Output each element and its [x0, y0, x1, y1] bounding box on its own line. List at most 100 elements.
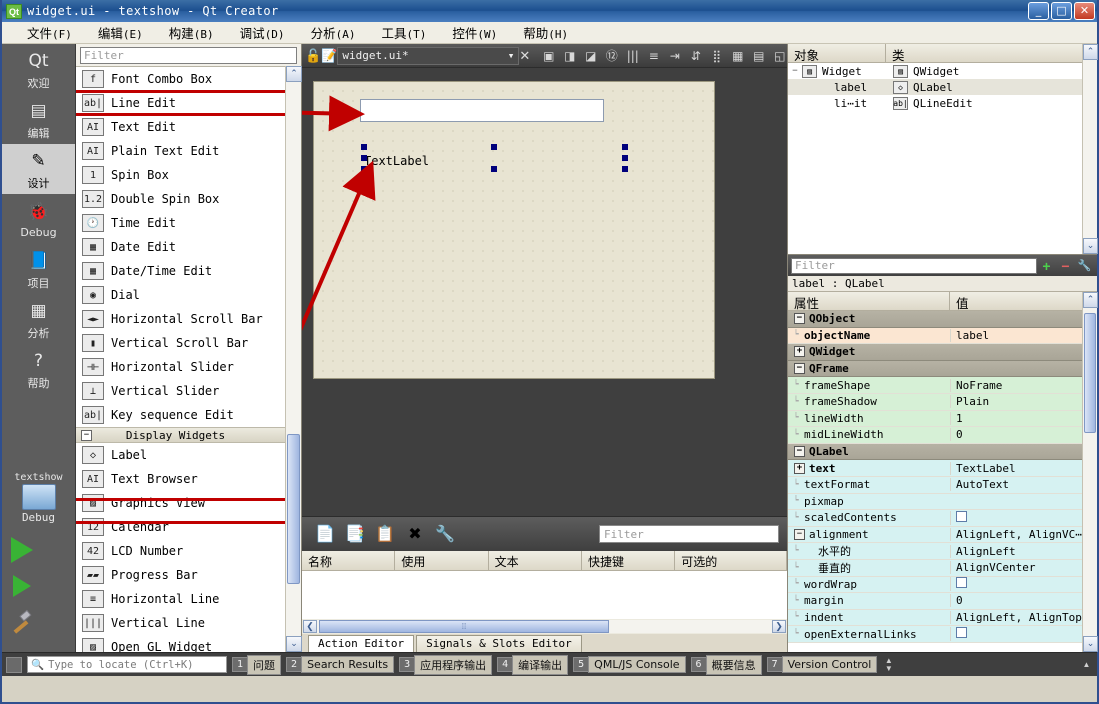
- expand-icon[interactable]: +: [794, 346, 805, 358]
- line-edit-widget[interactable]: [360, 99, 604, 122]
- output-pane-5[interactable]: 5 QML/JS Console: [573, 656, 686, 674]
- scroll-down-icon[interactable]: ⌄: [286, 636, 302, 652]
- add-property-icon[interactable]: +: [1037, 258, 1056, 274]
- property-value-cell[interactable]: AlignLeft, AlignVC⋯: [950, 528, 1082, 542]
- property-row-frameShape[interactable]: ┕ frameShape NoFrame: [788, 377, 1082, 394]
- expand-icon[interactable]: −: [794, 446, 805, 458]
- property-value-cell[interactable]: TextLabel: [950, 461, 1082, 475]
- kit-selector[interactable]: textshow Debug: [2, 468, 75, 532]
- object-tree[interactable]: − ▨ Widget ▨ QWidget label ◇ QLabel li⋯it ab| QLin…: [788, 63, 1082, 254]
- scroll-up-icon[interactable]: ⌃: [286, 66, 302, 82]
- widget-item-double-spin-box[interactable]: 1.2 Double Spin Box: [76, 187, 285, 211]
- widget-item-horizontal-line[interactable]: ≡ Horizontal Line: [76, 587, 285, 611]
- widget-item-vertical-slider[interactable]: ⊥ Vertical Slider: [76, 379, 285, 403]
- property-value-cell[interactable]: 1: [950, 411, 1082, 425]
- property-row-text[interactable]: + text TextLabel: [788, 460, 1082, 477]
- scroll-right-icon[interactable]: ❯: [772, 620, 786, 633]
- widget-item-lcd-number[interactable]: 42 LCD Number: [76, 539, 285, 563]
- widget-item-date-time-edit[interactable]: ▦ Date/Time Edit: [76, 259, 285, 283]
- tree-twisty[interactable]: −: [788, 66, 802, 76]
- action-column-1[interactable]: 使用: [395, 551, 489, 570]
- edit-signals-slots-icon[interactable]: ◨: [560, 46, 579, 65]
- property-row-margin[interactable]: ┕ margin 0: [788, 593, 1082, 610]
- widget-item-horizontal-slider[interactable]: ⊣⊢ Horizontal Slider: [76, 355, 285, 379]
- menu-item-3[interactable]: 调试(D): [227, 21, 298, 44]
- form-canvas[interactable]: TextLabel: [302, 68, 787, 516]
- expand-icon[interactable]: −: [794, 313, 805, 325]
- object-scroll-up-track[interactable]: ⌃: [1082, 44, 1098, 63]
- selection-handle[interactable]: [361, 144, 367, 150]
- menu-item-5[interactable]: 工具(T): [368, 21, 439, 44]
- widget-item-plain-text-edit[interactable]: AI Plain Text Edit: [76, 139, 285, 163]
- property-row-QFrame[interactable]: − QFrame: [788, 360, 1082, 378]
- object-row-li⋯it[interactable]: li⋯it ab| QLineEdit: [788, 95, 1082, 111]
- mode-item-设计[interactable]: ✎ 设计: [2, 144, 75, 194]
- selection-handle[interactable]: [361, 155, 367, 161]
- configure-icon[interactable]: 🔧: [430, 521, 460, 547]
- property-row-indent[interactable]: ┕ indent AlignLeft, AlignTop: [788, 609, 1082, 627]
- property-rows[interactable]: − QObject ┕ objectName label + QWidget − QFrame ┕…: [788, 311, 1082, 652]
- checkbox[interactable]: [956, 577, 967, 589]
- selection-handle[interactable]: [622, 166, 628, 172]
- layout-horizontally-icon[interactable]: |||: [623, 46, 642, 65]
- menu-item-0[interactable]: 文件(F): [14, 21, 85, 44]
- scroll-down-icon[interactable]: ⌄: [1083, 238, 1098, 254]
- widget-item-font-combo-box[interactable]: f Font Combo Box: [76, 67, 285, 91]
- widget-item-line-edit[interactable]: ab| Line Edit: [76, 91, 285, 115]
- widget-item-progress-bar[interactable]: ▰▰ Progress Bar: [76, 563, 285, 587]
- menu-item-1[interactable]: 编辑(E): [85, 21, 156, 44]
- output-pane-3[interactable]: 3 应用程序输出: [399, 654, 493, 675]
- tab-action-editor[interactable]: Action Editor: [308, 635, 415, 652]
- layout-splitter-v-icon[interactable]: ⇵: [686, 46, 705, 65]
- widget-item-vertical-scroll-bar[interactable]: ▮ Vertical Scroll Bar: [76, 331, 285, 355]
- property-value-cell[interactable]: 0: [950, 428, 1082, 442]
- action-column-4[interactable]: 可选的: [675, 551, 788, 570]
- selection-handle[interactable]: [491, 144, 497, 150]
- property-scroll-up-track[interactable]: ⌃: [1082, 292, 1098, 311]
- property-row-水平的[interactable]: ┕ 水平的 AlignLeft: [788, 543, 1082, 560]
- checkbox[interactable]: [956, 627, 967, 639]
- locator-input[interactable]: 🔍 Type to locate (Ctrl+K): [27, 656, 227, 673]
- menu-item-7[interactable]: 帮助(H): [510, 21, 581, 44]
- property-value-cell[interactable]: AlignVCenter: [950, 561, 1082, 575]
- scrollbar-thumb[interactable]: [1084, 313, 1096, 433]
- widget-item-date-edit[interactable]: ▦ Date Edit: [76, 235, 285, 259]
- paste-action-icon[interactable]: 📋: [370, 521, 400, 547]
- property-value-cell[interactable]: AlignLeft: [950, 544, 1082, 558]
- property-value-cell[interactable]: [950, 577, 1082, 592]
- widget-item-horizontal-scroll-bar[interactable]: ◄► Horizontal Scroll Bar: [76, 307, 285, 331]
- action-filter-input[interactable]: Filter: [599, 525, 779, 543]
- property-value-cell[interactable]: 0: [950, 594, 1082, 608]
- maximize-button[interactable]: □: [1051, 2, 1072, 20]
- copy-action-icon[interactable]: 📑: [340, 521, 370, 547]
- selection-handle[interactable]: [491, 166, 497, 172]
- mode-item-项目[interactable]: 📘 项目: [2, 244, 75, 294]
- expand-icon[interactable]: −: [794, 363, 805, 375]
- action-column-0[interactable]: 名称: [302, 551, 396, 570]
- form-widget[interactable]: TextLabel: [313, 81, 715, 379]
- property-row-openExternalLinks[interactable]: ┕ openExternalLinks: [788, 626, 1082, 643]
- widget-item-time-edit[interactable]: 🕐 Time Edit: [76, 211, 285, 235]
- mode-item-欢迎[interactable]: Qt 欢迎: [2, 44, 75, 94]
- status-expand-icon[interactable]: ▲: [1080, 660, 1093, 669]
- lock-icon[interactable]: 🔓: [305, 46, 321, 66]
- scrollbar-thumb[interactable]: ⁞⁞: [319, 620, 609, 633]
- menu-item-6[interactable]: 控件(W): [439, 21, 510, 44]
- action-horizontal-scrollbar[interactable]: ❮ ⁞⁞ ❯: [302, 619, 787, 634]
- layout-vertically-icon[interactable]: ≡: [644, 46, 663, 65]
- widget-item-open-gl-widget[interactable]: ▨ Open GL Widget: [76, 635, 285, 652]
- mode-item-分析[interactable]: ▦ 分析: [2, 294, 75, 344]
- run-button[interactable]: [2, 532, 42, 568]
- scroll-left-icon[interactable]: ❮: [303, 620, 317, 633]
- property-value-cell[interactable]: AutoText: [950, 478, 1082, 492]
- selection-handle[interactable]: [361, 166, 367, 172]
- object-row-label[interactable]: label ◇ QLabel: [788, 79, 1082, 95]
- close-document-button[interactable]: ✕: [519, 46, 530, 66]
- scroll-up-icon[interactable]: ⌃: [1083, 44, 1098, 60]
- widget-box-filter-input[interactable]: Filter: [80, 47, 297, 64]
- output-pane-6[interactable]: 6 概要信息: [690, 654, 762, 675]
- widget-item-graphics-view[interactable]: ▨ Graphics View: [76, 491, 285, 515]
- widget-item-dial[interactable]: ◉ Dial: [76, 283, 285, 307]
- edit-widgets-icon[interactable]: ▣: [539, 46, 558, 65]
- property-row-QWidget[interactable]: + QWidget: [788, 344, 1082, 361]
